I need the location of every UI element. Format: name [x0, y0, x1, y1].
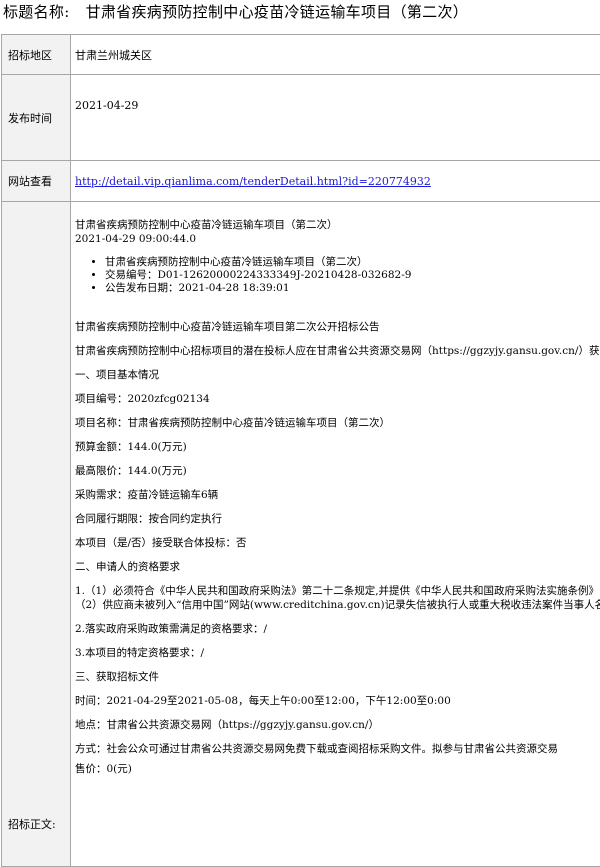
budget-amount: 预算金额：144.0(万元) [75, 440, 600, 454]
acquire-method: 方式：社会公众可通过甘肃省公共资源交易网免费下载或查阅招标采购文件。拟参与甘肃省… [75, 742, 600, 756]
list-item: 甘肃省疾病预防控制中心疫苗冷链运输车项目（第二次） [105, 256, 600, 269]
requirement-1b: （2）供应商未被列入“信用中国”网站(www.creditchina.gov.c… [75, 598, 600, 612]
requirement-3: 3.本项目的特定资格要求：/ [75, 646, 600, 660]
purchase-need: 采购需求：疫苗冷链运输车6辆 [75, 488, 600, 502]
joint-bid: 本项目（是/否）接受联合体投标：否 [75, 536, 600, 550]
sale-price: 售价：0(元) [75, 762, 600, 776]
contract-period: 合同履行期限：按合同约定执行 [75, 512, 600, 526]
website-link[interactable]: http://detail.vip.qianlima.com/tenderDet… [75, 175, 431, 188]
tender-body: 甘肃省疾病预防控制中心疫苗冷链运输车项目（第二次） 2021-04-29 09:… [75, 202, 600, 832]
project-number: 项目编号：2020zfcg02134 [75, 392, 600, 406]
meta-list: 甘肃省疾病预防控制中心疫苗冷链运输车项目（第二次） 交易编号：D01-12620… [75, 256, 600, 295]
section-heading: 三、获取招标文件 [75, 670, 600, 684]
region-label: 招标地区 [2, 35, 71, 75]
section-heading: 一、项目基本情况 [75, 368, 600, 382]
intro-text: 甘肃省疾病预防控制中心招标项目的潜在投标人应在甘肃省公共资源交易网（https:… [75, 344, 600, 358]
body-head-time: 2021-04-29 09:00:44.0 [75, 232, 600, 246]
announce-title: 甘肃省疾病预防控制中心疫苗冷链运输车项目第二次公开招标公告 [75, 320, 600, 334]
publish-label: 发布时间 [2, 75, 71, 161]
list-item: 交易编号：D01-12620000224333349J-20210428-032… [105, 269, 600, 282]
max-price: 最高限价：144.0(万元) [75, 464, 600, 478]
body-head-title: 甘肃省疾病预防控制中心疫苗冷链运输车项目（第二次） [75, 218, 600, 232]
page-title: 标题名称: 甘肃省疾病预防控制中心疫苗冷链运输车项目（第二次） [3, 2, 468, 22]
tender-info-table: 招标地区 甘肃兰州城关区 发布时间 2021-04-29 网站查看 http:/… [1, 34, 600, 867]
requirement-1a: 1.（1）必须符合《中华人民共和国政府采购法》第二十二条规定,并提供《中华人民共… [75, 584, 600, 598]
acquire-time: 时间：2021-04-29至2021-05-08，每天上午0:00至12:00，… [75, 694, 600, 708]
website-row: 网站查看 http://detail.vip.qianlima.com/tend… [2, 161, 600, 202]
requirement-2: 2.落实政府采购政策需满足的资格要求：/ [75, 622, 600, 636]
publish-value: 2021-04-29 [71, 75, 600, 161]
project-name: 项目名称：甘肃省疾病预防控制中心疫苗冷链运输车项目（第二次） [75, 416, 600, 430]
body-row: 招标正文: 甘肃省疾病预防控制中心疫苗冷链运输车项目（第二次） 2021-04-… [2, 202, 600, 867]
body-label: 招标正文: [2, 202, 71, 867]
region-value: 甘肃兰州城关区 [71, 35, 600, 75]
website-label: 网站查看 [2, 161, 71, 202]
title-label: 标题名称: [3, 3, 70, 21]
list-item: 公告发布日期：2021-04-28 18:39:01 [105, 282, 600, 295]
region-row: 招标地区 甘肃兰州城关区 [2, 35, 600, 75]
publish-row: 发布时间 2021-04-29 [2, 75, 600, 161]
title-text: 甘肃省疾病预防控制中心疫苗冷链运输车项目（第二次） [86, 3, 469, 21]
acquire-place: 地点：甘肃省公共资源交易网（https://ggzyjy.gansu.gov.c… [75, 718, 600, 732]
section-heading: 二、申请人的资格要求 [75, 560, 600, 574]
